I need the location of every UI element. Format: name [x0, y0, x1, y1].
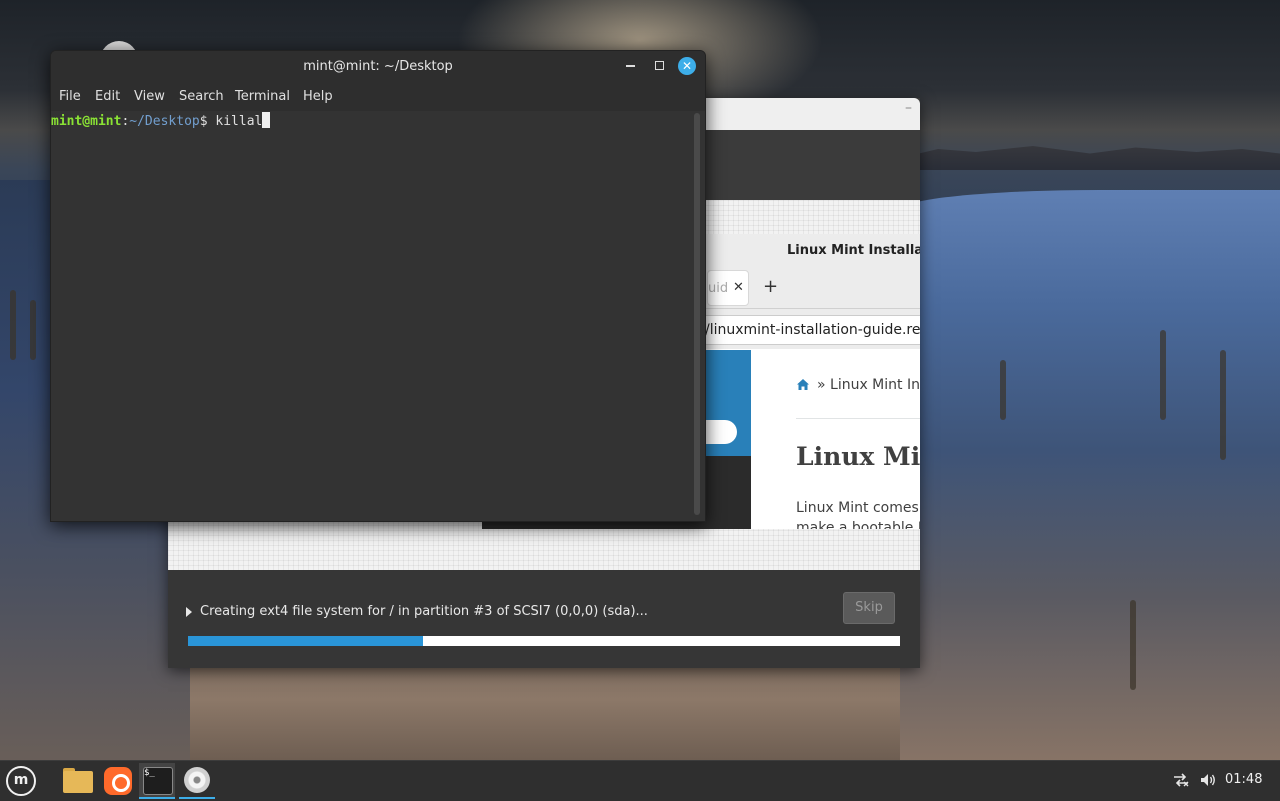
taskbar: m $_ 01:48: [0, 760, 1280, 801]
network-icon[interactable]: [1172, 772, 1190, 792]
browser-url-field: /linuxmint-installation-guide.readt: [696, 315, 920, 345]
terminal-command-line[interactable]: mint@mint:~/Desktop$ killal: [51, 112, 271, 129]
wallpaper-grass: [1160, 330, 1166, 420]
firefox-launcher[interactable]: [100, 763, 136, 799]
files-launcher[interactable]: [60, 763, 96, 799]
folder-icon: [63, 771, 93, 793]
docs-heading: Linux Min: [796, 442, 920, 471]
browser-tab-label: uid: [708, 281, 729, 296]
wallpaper-grass: [1220, 350, 1226, 460]
docs-breadcrumb: » Linux Mint Inst: [817, 377, 920, 393]
terminal-output[interactable]: mint@mint:~/Desktop$ killal: [51, 111, 705, 521]
install-progress-fill: [188, 636, 423, 646]
wallpaper-grass: [10, 290, 16, 360]
terminal-titlebar[interactable]: mint@mint: ~/Desktop ✕: [51, 51, 705, 83]
skip-button[interactable]: Skip: [843, 592, 895, 624]
text-cursor: [262, 112, 271, 128]
terminal-title: mint@mint: ~/Desktop: [303, 59, 453, 74]
terminal-taskbar-button[interactable]: $_: [139, 763, 175, 799]
terminal-window[interactable]: mint@mint: ~/Desktop ✕ File Edit View Se…: [50, 50, 706, 522]
docs-paragraph-line: make a bootable DV: [796, 520, 920, 529]
minimize-icon[interactable]: [626, 65, 635, 67]
start-menu-button[interactable]: m: [3, 763, 39, 799]
terminal-icon: $_: [143, 767, 173, 795]
installer-footer: Creating ext4 file system for / in parti…: [168, 570, 920, 668]
menu-terminal[interactable]: Terminal: [235, 89, 290, 104]
terminal-menubar: File Edit View Search Terminal Help: [51, 83, 705, 111]
maximize-icon[interactable]: [655, 61, 664, 70]
clock[interactable]: 01:48: [1225, 772, 1262, 787]
browser-tab: uid ✕: [707, 270, 749, 306]
volume-icon[interactable]: [1199, 772, 1217, 792]
prompt-symbol: $: [199, 114, 216, 129]
expand-arrow-icon[interactable]: [186, 607, 192, 617]
installer-status-text: Creating ext4 file system for / in parti…: [200, 604, 648, 619]
prompt-path: ~/Desktop: [129, 114, 200, 129]
browser-window-title: Linux Mint Installatio: [787, 243, 920, 258]
install-progress-bar: [188, 636, 900, 646]
wallpaper-mountains: [900, 146, 1280, 170]
menu-file[interactable]: File: [59, 89, 81, 104]
firefox-icon-ring: [112, 774, 130, 792]
wallpaper-grass: [1000, 360, 1006, 420]
wallpaper-dune-right: [900, 190, 1280, 760]
installer-taskbar-button[interactable]: [179, 763, 215, 799]
mint-logo-icon: m: [6, 766, 36, 796]
menu-edit[interactable]: Edit: [95, 89, 120, 104]
home-icon: [796, 378, 810, 395]
divider: [796, 418, 920, 419]
disc-icon: [184, 767, 210, 793]
command-input[interactable]: killal: [215, 114, 262, 129]
prompt-user: mint@mint: [51, 114, 122, 129]
menu-search[interactable]: Search: [179, 89, 224, 104]
installer-minimize-button[interactable]: –: [905, 100, 912, 116]
close-button[interactable]: ✕: [678, 57, 696, 75]
mint-logo-letter: m: [13, 772, 29, 788]
docs-content: » Linux Mint Inst Linux Min Linux Mint c…: [751, 350, 920, 529]
menu-view[interactable]: View: [134, 89, 165, 104]
installer-status[interactable]: Creating ext4 file system for / in parti…: [186, 604, 648, 619]
new-tab-icon: +: [763, 276, 779, 297]
terminal-icon-glyph: $_: [144, 768, 155, 778]
firefox-icon: [104, 767, 132, 795]
menu-help[interactable]: Help: [303, 89, 333, 104]
close-icon: ✕: [733, 280, 744, 295]
terminal-scrollbar[interactable]: [694, 113, 700, 515]
wallpaper-grass: [1130, 600, 1136, 690]
docs-paragraph-line: Linux Mint comes ir: [796, 500, 920, 516]
browser-url-text: /linuxmint-installation-guide.readt: [705, 322, 920, 338]
wallpaper-grass: [30, 300, 36, 360]
